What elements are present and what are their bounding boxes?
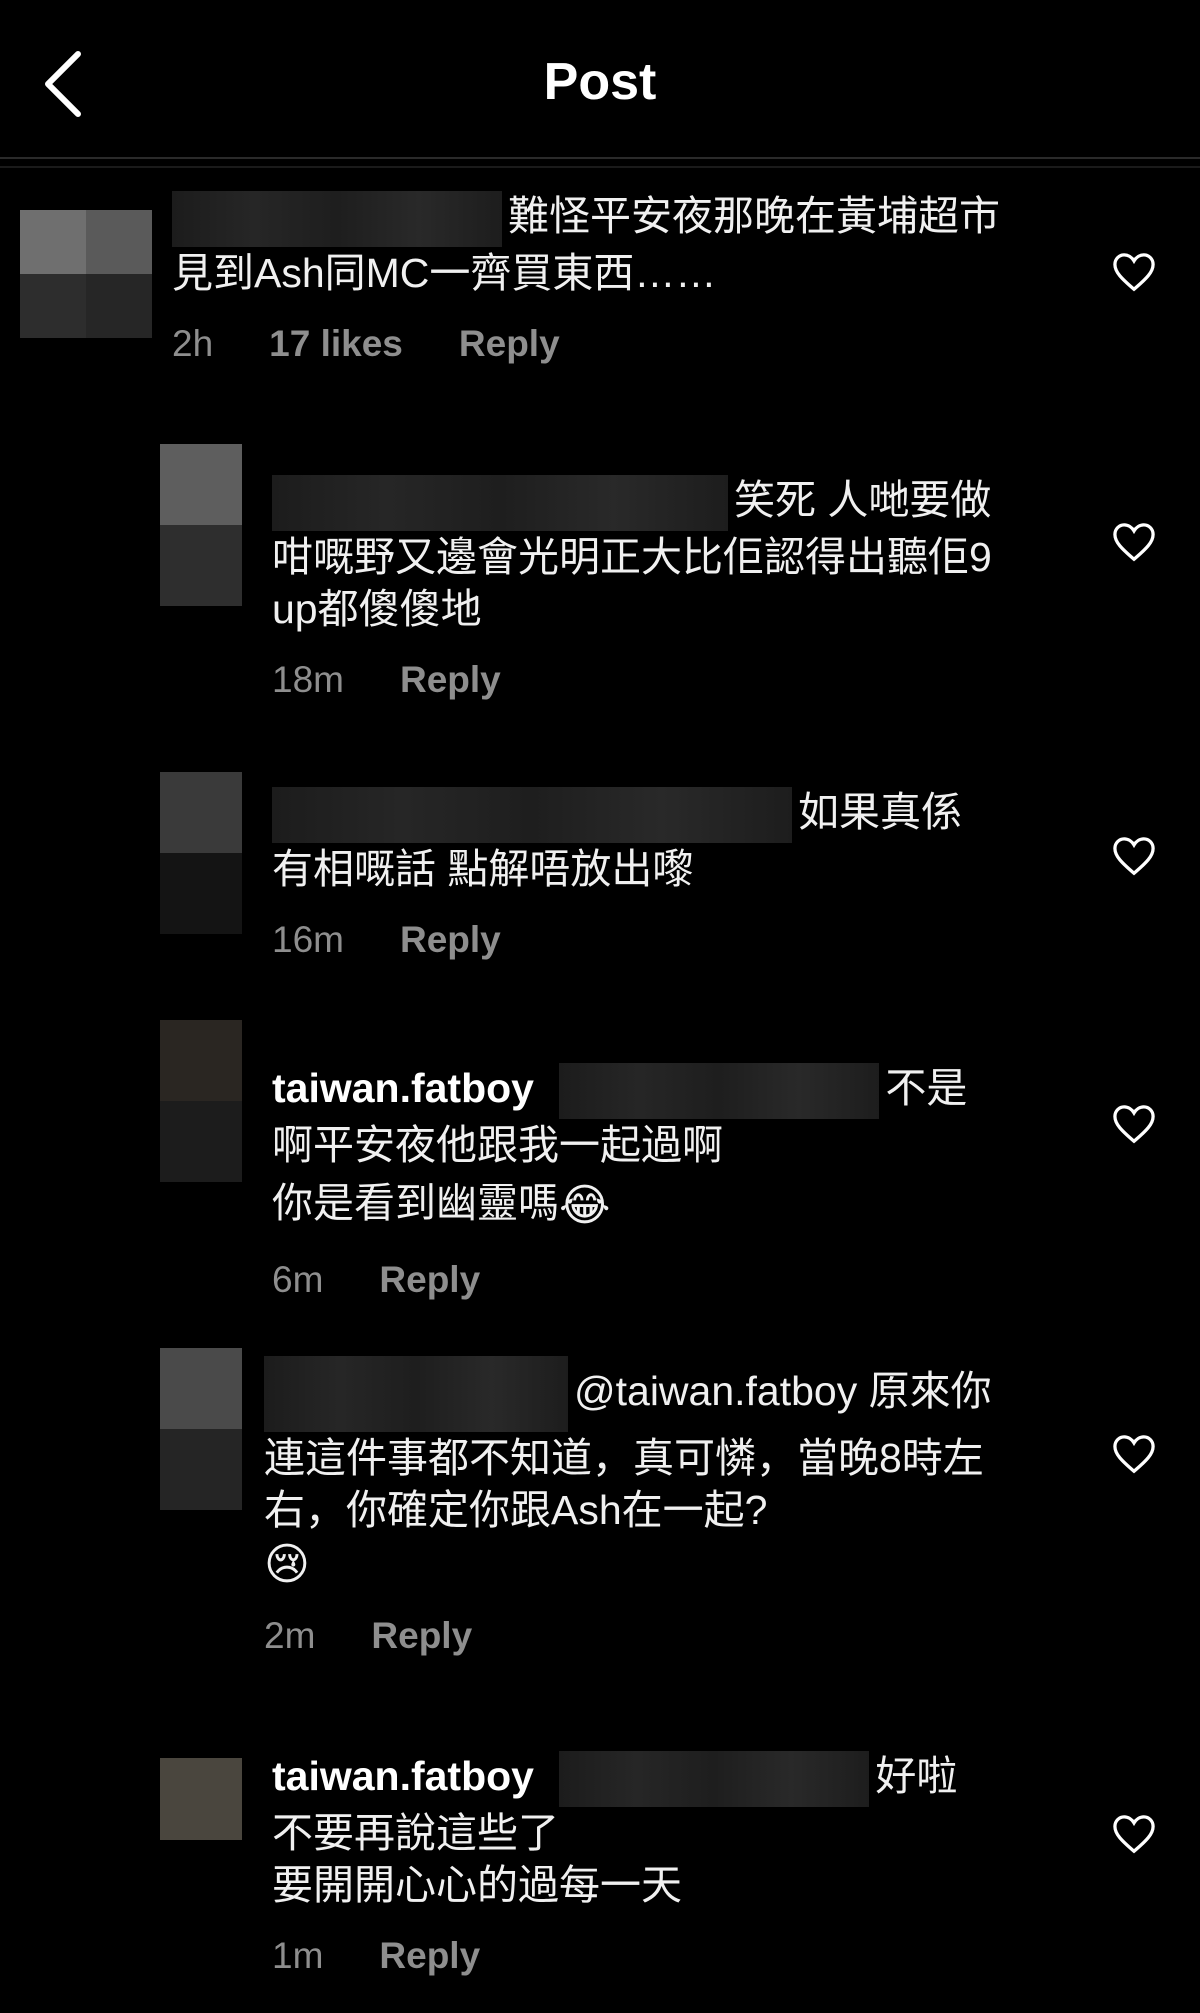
comment-username[interactable]: taiwan.fatboy	[272, 1753, 534, 1799]
redacted-mention	[559, 1751, 870, 1808]
reply-button[interactable]: Reply	[400, 919, 501, 961]
comment-body: 笑死 人哋要做咁嘅野又邊會光明正大比佢認得出聽佢9up都傻傻地 18m Repl…	[272, 474, 1000, 701]
redacted-username	[272, 787, 792, 844]
comment-meta: 6m Reply	[272, 1259, 1000, 1301]
header-divider-shadow	[0, 166, 1200, 168]
comment-body: taiwan.fatboy 不是 啊平安夜他跟我一起過啊 你是看到幽靈嗎😂 6m…	[272, 1062, 1000, 1301]
comment-meta: 18m Reply	[272, 659, 1000, 701]
redacted-username	[272, 475, 728, 532]
redacted-mention	[559, 1063, 880, 1120]
reply-button[interactable]: Reply	[400, 659, 501, 701]
comment-username[interactable]: taiwan.fatboy	[272, 1065, 534, 1111]
avatar[interactable]	[160, 1758, 242, 1840]
comment-time: 16m	[272, 919, 344, 961]
avatar[interactable]	[160, 1348, 242, 1510]
laughing-emoji-icon: 😂	[559, 1181, 611, 1231]
comment-body: @taiwan.fatboy 原來你連這件事都不知道，真可憐，當晚8時左右，你確…	[264, 1356, 1000, 1657]
crying-emoji-icon: 😢	[264, 1540, 310, 1590]
comment-time: 2h	[172, 323, 214, 365]
like-count[interactable]: 17 likes	[269, 323, 403, 365]
comment-text: 笑死 人哋要做咁嘅野又邊會光明正大比佢認得出聽佢9up都傻傻地	[272, 475, 992, 633]
comment-time: 2m	[264, 1615, 316, 1657]
avatar[interactable]	[20, 210, 152, 338]
comment-text: taiwan.fatboy 好啦 不要再說這些了 要開開心心的過每一天	[272, 1751, 958, 1909]
heart-icon[interactable]	[1112, 1104, 1156, 1144]
header-divider	[0, 157, 1200, 159]
comment-time: 6m	[272, 1259, 324, 1301]
comment-meta: 2m Reply	[264, 1615, 1000, 1657]
comment-meta: 1m Reply	[272, 1935, 1000, 1977]
comment-text: @taiwan.fatboy 原來你連這件事都不知道，真可憐，當晚8時左右，你確…	[264, 1356, 1000, 1591]
reply-button[interactable]: Reply	[379, 1259, 480, 1301]
avatar[interactable]	[160, 1020, 242, 1182]
heart-icon[interactable]	[1112, 522, 1156, 562]
comment-body: 如果真係有相嘅話 點解唔放出嚟 16m Reply	[272, 786, 1000, 961]
comment-time: 18m	[272, 659, 344, 701]
reply-button[interactable]: Reply	[459, 323, 560, 365]
comment-body: taiwan.fatboy 好啦 不要再說這些了 要開開心心的過每一天 1m R…	[272, 1750, 1000, 1977]
reply-button[interactable]: Reply	[379, 1935, 480, 1977]
comment-time: 1m	[272, 1935, 324, 1977]
heart-icon[interactable]	[1112, 1434, 1156, 1474]
top-bar: Post	[0, 0, 1200, 170]
redacted-username	[172, 191, 502, 248]
redacted-username	[264, 1356, 568, 1432]
reply-item: taiwan.fatboy 不是 啊平安夜他跟我一起過啊 你是看到幽靈嗎😂 6m…	[0, 1020, 1200, 1320]
reply-item: taiwan.fatboy 好啦 不要再說這些了 要開開心心的過每一天 1m R…	[0, 1740, 1200, 2013]
comment-text: taiwan.fatboy 不是 啊平安夜他跟我一起過啊 你是看到幽靈嗎😂	[272, 1063, 968, 1231]
avatar[interactable]	[160, 772, 242, 934]
comment-meta: 16m Reply	[272, 919, 1000, 961]
page-title: Post	[543, 53, 657, 111]
reply-item: @taiwan.fatboy 原來你連這件事都不知道，真可憐，當晚8時左右，你確…	[0, 1348, 1200, 1678]
reply-item: 如果真係有相嘅話 點解唔放出嚟 16m Reply	[0, 772, 1200, 992]
comment-item: 難怪平安夜那晚在黃埔超市見到Ash同MC一齊買東西…… 2h 17 likes …	[0, 190, 1200, 410]
reply-item: 笑死 人哋要做咁嘅野又邊會光明正大比佢認得出聽佢9up都傻傻地 18m Repl…	[0, 444, 1200, 714]
post-comments-screen: Post 難怪平安夜那晚在黃埔超市見到Ash同MC一齊買東西…… 2h 17 l…	[0, 0, 1200, 2013]
reply-button[interactable]: Reply	[371, 1615, 472, 1657]
heart-icon[interactable]	[1112, 1814, 1156, 1854]
heart-icon[interactable]	[1112, 252, 1156, 292]
comment-text: 難怪平安夜那晚在黃埔超市見到Ash同MC一齊買東西……	[172, 191, 1000, 297]
comment-body: 難怪平安夜那晚在黃埔超市見到Ash同MC一齊買東西…… 2h 17 likes …	[172, 190, 1000, 365]
comment-meta: 2h 17 likes Reply	[172, 323, 1000, 365]
heart-icon[interactable]	[1112, 836, 1156, 876]
comment-text: 如果真係有相嘅話 點解唔放出嚟	[272, 787, 962, 893]
avatar[interactable]	[160, 444, 242, 606]
